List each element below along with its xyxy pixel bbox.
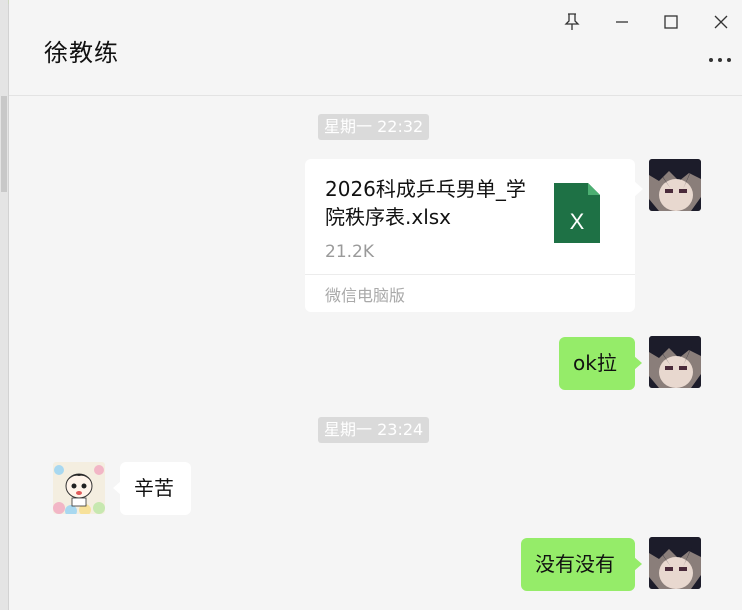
pin-button[interactable] [556,8,588,36]
chat-title: 徐教练 [44,39,119,67]
cartoon-avatar-image [53,462,105,514]
self-avatar[interactable] [649,336,701,388]
maximize-icon [664,15,678,29]
close-icon [714,15,728,29]
chat-header: 徐教练 [9,0,742,96]
more-options-button[interactable] [706,50,734,70]
minimize-icon [616,21,628,23]
scrollbar-thumb[interactable] [1,96,7,192]
file-name: 2026科成乒乓男单_学院秩序表.xlsx [325,177,526,229]
timestamp: 星期一 23:24 [318,417,430,443]
message-bubble-self[interactable]: ok拉 [559,337,642,390]
close-button[interactable] [705,8,737,36]
file-source-label: 微信电脑版 [325,286,406,305]
anime-avatar-image [649,336,701,388]
card-divider [305,274,635,275]
contact-avatar[interactable] [53,462,105,514]
message-bubble-self[interactable]: 没有没有 [521,538,642,591]
more-dots-icon [709,58,731,62]
file-size: 21.2K [325,242,374,262]
self-avatar[interactable] [649,159,701,211]
file-message-card[interactable]: 2026科成乒乓男单_学院秩序表.xlsx 21.2K X 微信电脑版 [305,159,643,312]
pin-icon [564,13,580,30]
excel-file-icon: X [554,183,600,243]
anime-avatar-image [649,537,701,589]
self-avatar[interactable] [649,537,701,589]
svg-text:X: X [570,209,585,234]
left-window-edge [0,0,9,610]
minimize-button[interactable] [606,8,638,36]
maximize-button[interactable] [655,8,687,36]
timestamp: 星期一 22:32 [318,114,430,140]
anime-avatar-image [649,159,701,211]
message-bubble-contact[interactable]: 辛苦 [113,462,191,515]
